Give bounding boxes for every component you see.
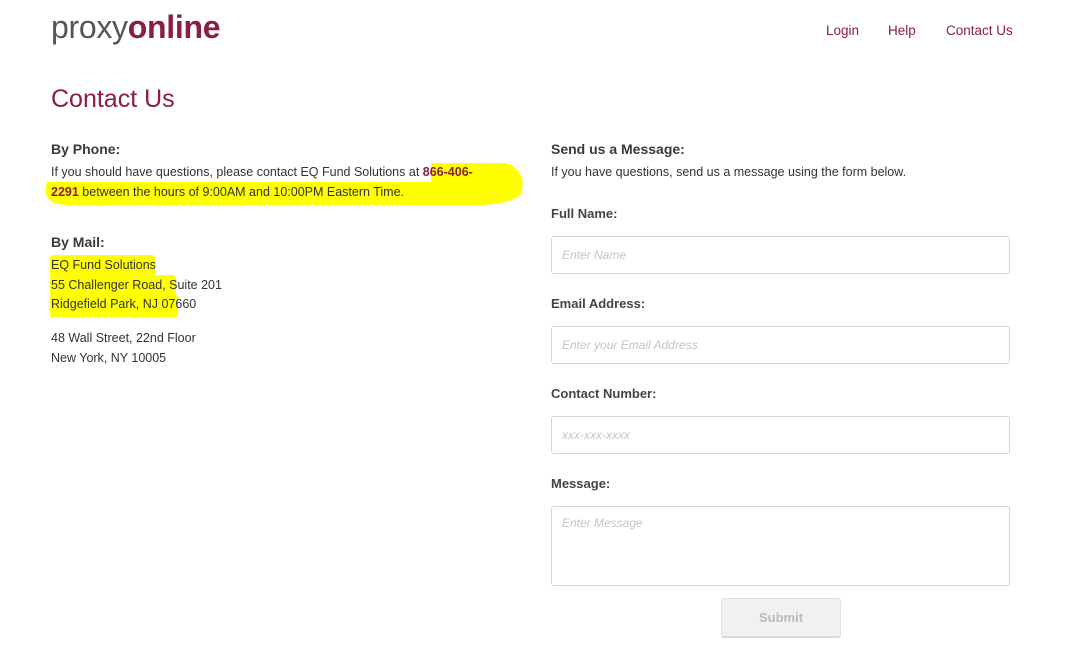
phone-number-part1: 866-406-	[422, 165, 473, 179]
address-line: New York, NY 10005	[51, 350, 167, 365]
full-name-label: Full Name:	[551, 206, 618, 221]
email-label: Email Address:	[551, 296, 646, 311]
logo[interactable]: proxyonline	[51, 9, 220, 46]
nav-contact-link[interactable]: Contact Us	[946, 23, 1013, 38]
mail-address-2: 48 Wall Street, 22nd Floor New York, NY …	[51, 329, 196, 368]
address-line: EQ Fund Solutions	[51, 258, 156, 272]
logo-part-proxy: proxy	[51, 9, 128, 45]
contact-number-label: Contact Number:	[551, 386, 657, 401]
email-input[interactable]	[551, 326, 1010, 364]
address-line: 48 Wall Street, 22nd Floor	[51, 331, 196, 345]
contact-number-input[interactable]	[551, 416, 1010, 454]
address-line: 55 Challenger Road, Suite 201	[51, 277, 222, 292]
phone-number-part2: 2291	[51, 184, 79, 199]
mail-address-1: EQ Fund Solutions 55 Challenger Road, Su…	[51, 256, 222, 315]
nav-help-link[interactable]: Help	[888, 23, 916, 38]
by-phone-heading: By Phone:	[51, 141, 121, 157]
message-label: Message:	[551, 476, 611, 491]
by-mail-heading: By Mail:	[51, 234, 105, 250]
send-message-intro: If you have questions, send us a message…	[551, 165, 907, 179]
message-textarea[interactable]	[551, 506, 1010, 586]
address-line: Ridgefield Park, NJ 07660	[51, 297, 197, 311]
nav-login-link[interactable]: Login	[826, 23, 859, 38]
logo-part-online: online	[127, 9, 221, 45]
submit-button[interactable]: Submit	[721, 598, 841, 638]
full-name-input[interactable]	[551, 236, 1010, 274]
page-title: Contact Us	[51, 85, 175, 113]
phone-info-text: If you should have questions, please con…	[51, 165, 473, 199]
send-message-heading: Send us a Message:	[551, 141, 685, 157]
